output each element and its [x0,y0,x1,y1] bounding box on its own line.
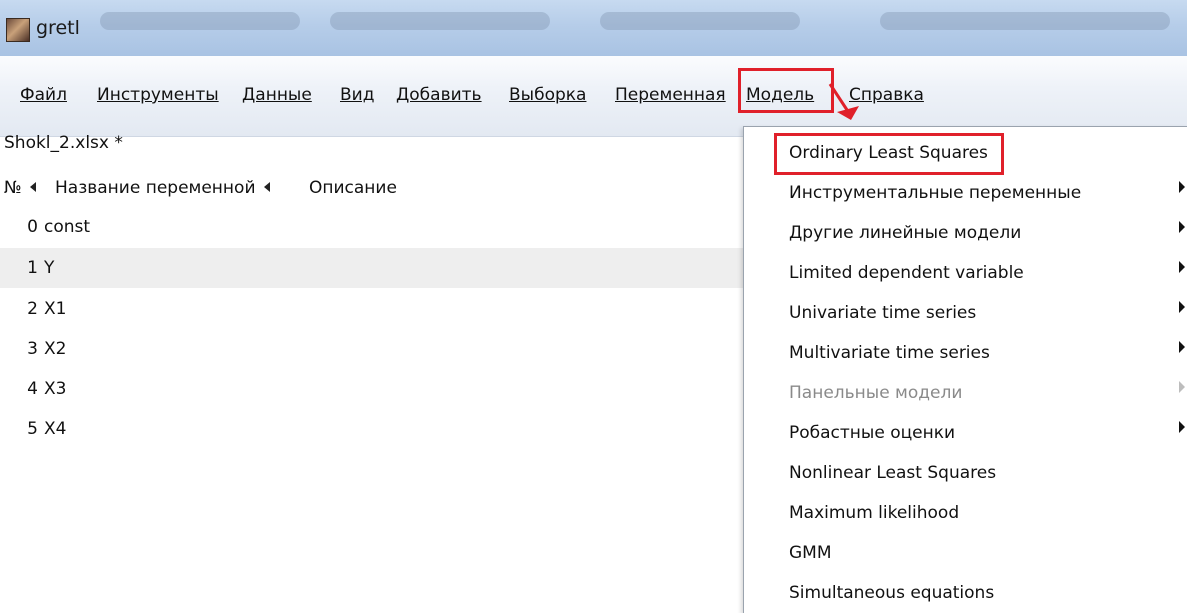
variable-name: X4 [44,419,67,439]
variable-row[interactable]: 4 X3 [0,369,745,409]
submenu-arrow-icon [1179,221,1185,233]
menu-item-simultaneous-equations[interactable]: Simultaneous equations [789,583,994,603]
menu-label: Вид [340,85,375,105]
column-header-name[interactable]: Название переменной [55,178,276,198]
variable-row[interactable]: 5 X4 [0,409,745,449]
submenu-arrow-icon [1179,301,1185,313]
menu-item-nonlinear-least-squares[interactable]: Nonlinear Least Squares [789,463,996,483]
variable-name: X1 [44,299,67,319]
menu-bar: Файл Инструменты Данные Вид Добавить Выб… [0,56,1187,137]
title-bar: gretl [0,0,1187,56]
dataset-filename: Shokl_2.xlsx * [4,133,123,153]
menu-label: Инструменты [97,85,219,105]
submenu-arrow-icon [1179,261,1185,273]
column-label: № [4,178,22,198]
menu-variable[interactable]: Переменная [615,75,726,115]
menu-tools[interactable]: Инструменты [97,75,219,115]
submenu-arrow-icon [1179,421,1185,433]
model-menu-highlight [738,68,834,113]
submenu-arrow-icon [1179,381,1185,393]
variable-row[interactable]: 2 X1 [0,289,745,329]
column-label: Описание [309,178,397,198]
variable-number: 1 [27,258,38,278]
variable-number: 5 [27,419,38,439]
ols-highlight [774,133,1004,175]
menu-add[interactable]: Добавить [396,75,482,115]
gretl-app-icon [6,18,30,42]
menu-item-maximum-likelihood[interactable]: Maximum likelihood [789,503,959,523]
menu-item-instrumental-variables[interactable]: Инструментальные переменные [789,183,1081,203]
column-header-description[interactable]: Описание [309,178,397,198]
menu-label: Переменная [615,85,726,105]
column-label: Название переменной [55,178,256,198]
variable-number: 2 [27,299,38,319]
menu-label: Выборка [509,85,587,105]
title-bar-blur [880,12,1170,30]
variable-number: 0 [27,217,38,237]
menu-label: Справка [849,85,924,105]
menu-item-gmm[interactable]: GMM [789,543,832,563]
variable-name: Y [44,258,55,278]
variable-name: X3 [44,379,67,399]
menu-label: Данные [242,85,312,105]
sort-left-icon [29,182,36,192]
variable-name: X2 [44,339,67,359]
menu-label: Добавить [396,85,482,105]
menu-help[interactable]: Справка [849,75,924,115]
title-bar-blur [100,12,300,30]
submenu-arrow-icon [1179,341,1185,353]
variable-row[interactable]: 3 X2 [0,329,745,369]
menu-item-multivariate-time-series[interactable]: Multivariate time series [789,343,990,363]
column-header-number[interactable]: № [4,178,42,198]
variable-name: const [44,217,91,237]
menu-item-limited-dependent-variable[interactable]: Limited dependent variable [789,263,1024,283]
variable-row[interactable]: 0 const [0,207,745,247]
sort-left-icon [263,182,270,192]
menu-item-robust-estimation[interactable]: Робастные оценки [789,423,955,443]
title-bar-blur [330,12,550,30]
menu-sample[interactable]: Выборка [509,75,586,115]
menu-file[interactable]: Файл [20,75,67,115]
menu-data[interactable]: Данные [242,75,312,115]
title-bar-blur [600,12,800,30]
variable-number: 4 [27,379,38,399]
variable-row-selected[interactable]: 1 Y [0,248,745,288]
menu-view[interactable]: Вид [340,75,374,115]
menu-item-other-linear-models[interactable]: Другие линейные модели [789,223,1021,243]
menu-item-panel-models: Панельные модели [789,383,963,403]
menu-item-univariate-time-series[interactable]: Univariate time series [789,303,976,323]
menu-label: Файл [20,85,67,105]
variable-number: 3 [27,339,38,359]
submenu-arrow-icon [1179,181,1185,193]
window-title: gretl [36,17,80,39]
